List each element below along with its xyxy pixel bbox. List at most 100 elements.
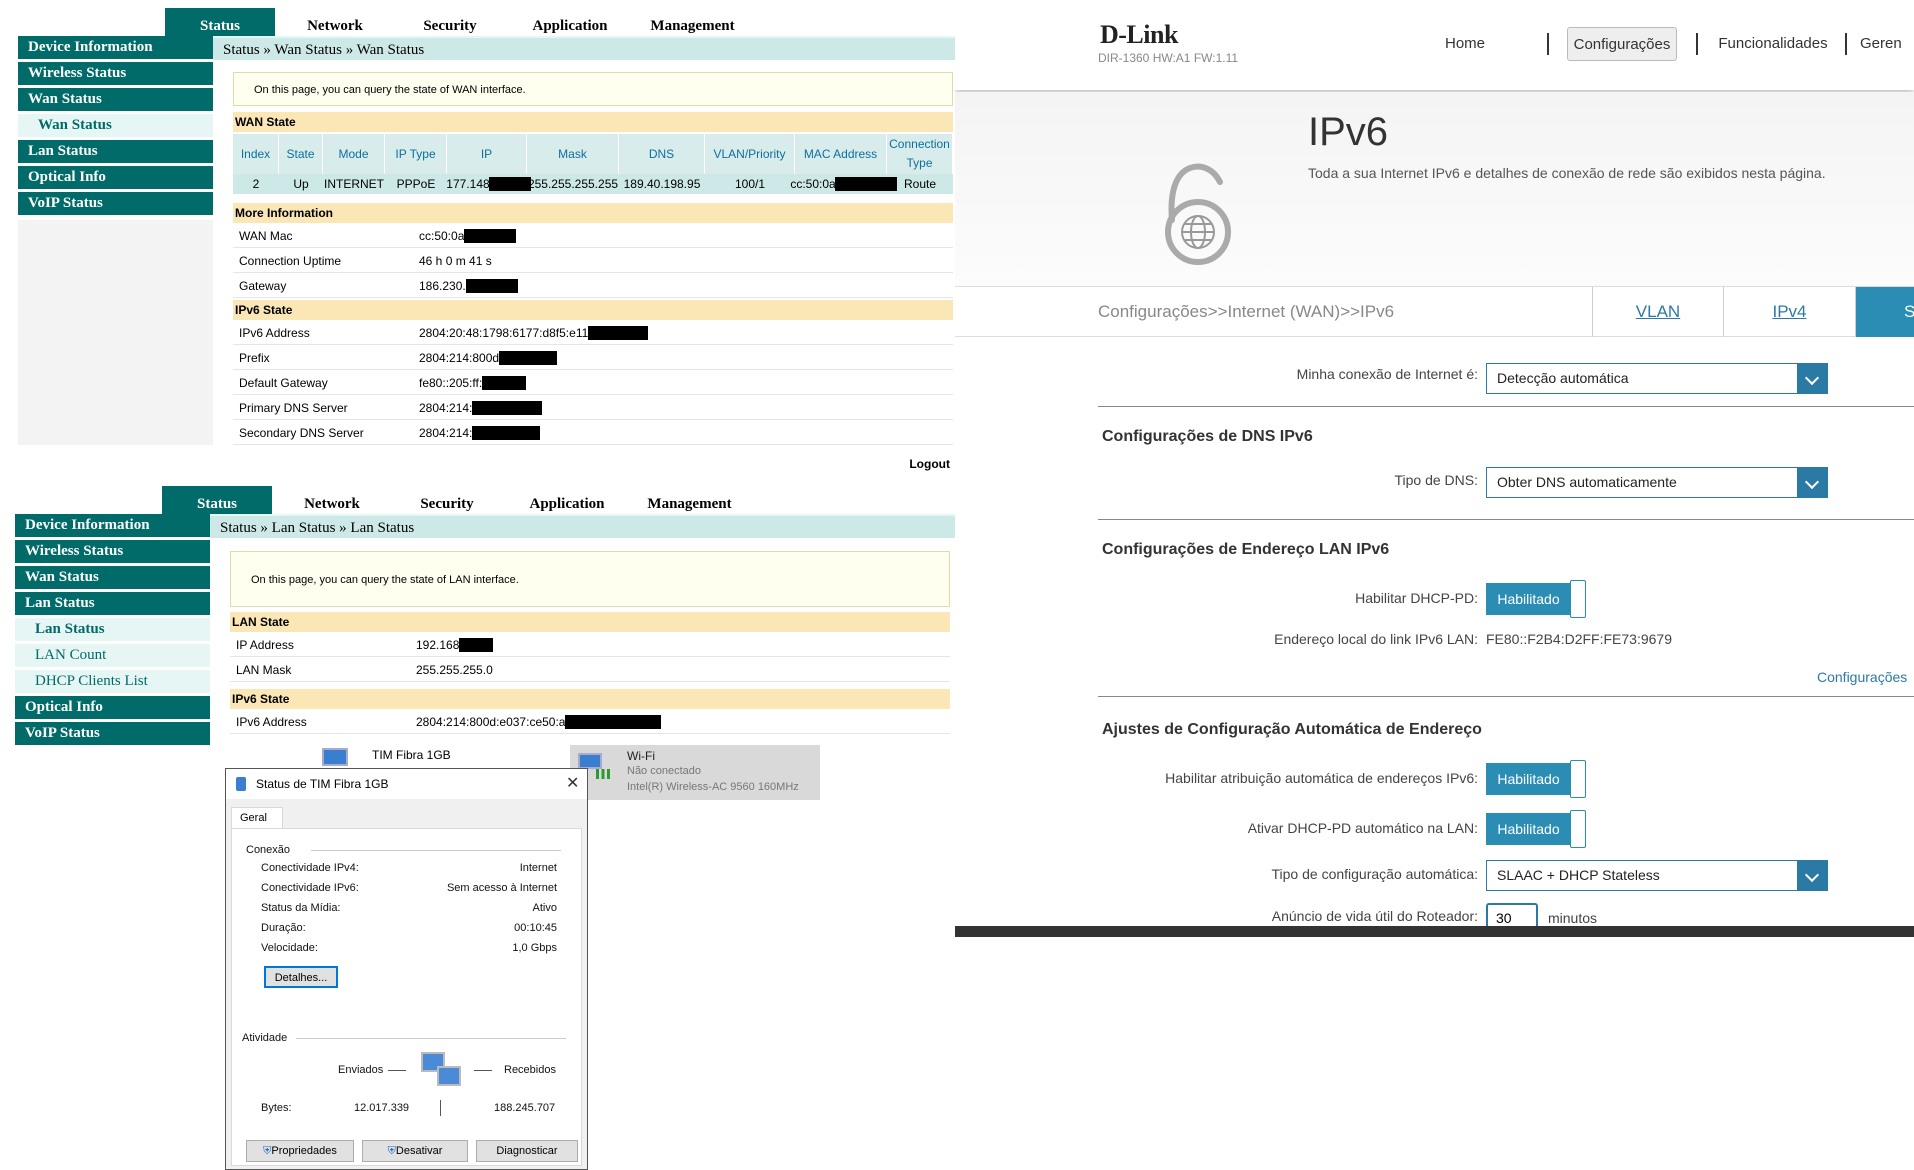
ont-sidebar: Device Information Wireless Status Wan S… <box>18 36 213 218</box>
cell-ip-type: PPPoE <box>396 177 436 191</box>
properties-button[interactable]: ⛨Propriedades <box>246 1140 354 1162</box>
redaction-box <box>489 177 531 191</box>
tab-security[interactable]: Security <box>395 8 505 38</box>
kv-key: Primary DNS Server <box>239 401 348 415</box>
adapter-wifi-tile[interactable]: Wi-Fi Não conectado Intel(R) Wireless-AC… <box>570 745 820 800</box>
row-key: Duração: <box>261 922 306 934</box>
sidebar-item-lan-status[interactable]: Lan Status <box>15 592 210 615</box>
cell-mask: 255.255.255.255 <box>527 177 619 191</box>
shield-icon: ⛨ <box>387 1145 396 1157</box>
tab-vlan[interactable]: VLAN <box>1592 287 1723 337</box>
kv-row: Secondary DNS Server 2804:214: <box>233 421 953 445</box>
sidebar-item-voip-status[interactable]: VoIP Status <box>15 722 210 745</box>
dhcppd-toggle[interactable]: Habilitado <box>1486 580 1586 618</box>
divider <box>1098 406 1914 407</box>
tab-status[interactable]: Status <box>165 8 275 38</box>
lan-state-title: LAN State <box>230 612 950 632</box>
bytes-received: 188.245.707 <box>494 1102 556 1114</box>
row-value: Ativo <box>532 902 557 914</box>
row-key: Status da Mídia: <box>261 902 341 914</box>
auto-assign-toggle[interactable]: Habilitado <box>1486 760 1586 798</box>
dns-type-select[interactable]: Obter DNS automaticamente <box>1486 467 1828 498</box>
dlink-nav: D-Link DIR-1360 HW:A1 FW:1.11 Home Confi… <box>955 0 1914 90</box>
dlink-logo[interactable]: D-Link <box>1100 20 1178 50</box>
divider <box>296 1038 566 1039</box>
sidebar-item-device-information[interactable]: Device Information <box>15 514 210 537</box>
logout-link[interactable]: Logout <box>880 457 950 471</box>
cell-dns: 189.40.198.95 <box>623 177 701 191</box>
kv-key: IPv6 Address <box>239 326 310 340</box>
ipv6-globe-icon <box>1158 160 1238 266</box>
nav-gerenciamento[interactable]: Geren <box>1860 27 1914 61</box>
connection-type-select[interactable]: Detecção automática <box>1486 363 1828 394</box>
sidebar-item-wireless-status[interactable]: Wireless Status <box>15 540 210 563</box>
sidebar-item-wireless-status[interactable]: Wireless Status <box>18 62 213 85</box>
divider <box>388 1070 406 1071</box>
tab-ipv4[interactable]: IPv4 <box>1723 287 1855 337</box>
row-value: Internet <box>519 862 557 874</box>
tab-security[interactable]: Security <box>392 486 502 516</box>
tab-network[interactable]: Network <box>277 486 387 516</box>
sidebar-item-voip-status[interactable]: VoIP Status <box>18 192 213 215</box>
auto-assign-label: Habilitar atribuição automática de ender… <box>1165 770 1478 786</box>
tab-geral[interactable]: Geral <box>231 807 283 829</box>
auto-dhcppd-toggle[interactable]: Habilitado <box>1486 810 1586 848</box>
tab-ipv6[interactable]: S <box>1855 287 1914 337</box>
kv-row: IPv6 Address 2804:214:800d:e037:ce50:a <box>230 710 950 734</box>
sidebar-subitem-lan-status[interactable]: Lan Status <box>15 618 210 641</box>
kv-row: IPv6 Address 2804:20:48:1798:6177:d8f5:e1… <box>233 321 953 345</box>
kv-key: LAN Mask <box>236 663 292 677</box>
kv-row: Prefix 2804:214:800d <box>233 346 953 370</box>
tab-management[interactable]: Management <box>630 8 755 38</box>
tab-management[interactable]: Management <box>627 486 752 516</box>
details-button[interactable]: Detalhes... <box>264 966 338 988</box>
breadcrumb: Status » Wan Status » Wan Status <box>213 36 955 60</box>
sidebar-item-optical-info[interactable]: Optical Info <box>15 696 210 719</box>
kv-value: 186.230. <box>419 274 518 298</box>
field-row: Minha conexão de Internet é: <box>955 366 1478 386</box>
section-conexao: Conexão <box>246 844 291 856</box>
sidebar-subitem-wan-status[interactable]: Wan Status <box>18 114 213 137</box>
kv-value: 2804:20:48:1798:6177:d8f5:e11 <box>419 321 649 345</box>
divider <box>1696 33 1698 55</box>
kv-key: IPv6 Address <box>236 715 307 729</box>
divider <box>474 1070 492 1071</box>
tab-network[interactable]: Network <box>280 8 390 38</box>
col-mac-address: MAC Address <box>795 134 887 174</box>
bytes-label: Bytes: <box>261 1102 292 1114</box>
col-ip-type: IP Type <box>385 134 447 174</box>
sidebar-item-optical-info[interactable]: Optical Info <box>18 166 213 189</box>
divider <box>1547 33 1549 55</box>
tab-application[interactable]: Application <box>507 486 627 516</box>
nav-home[interactable]: Home <box>1425 27 1505 61</box>
sidebar-item-wan-status[interactable]: Wan Status <box>18 88 213 111</box>
dns-label: Tipo de DNS: <box>1394 472 1478 488</box>
more-information-title: More Information <box>233 203 953 223</box>
section-atividade: Atividade <box>242 1032 288 1044</box>
wan-state-title: WAN State <box>233 112 953 132</box>
sidebar-item-wan-status[interactable]: Wan Status <box>15 566 210 589</box>
sidebar-item-device-information[interactable]: Device Information <box>18 36 213 59</box>
close-icon[interactable]: ✕ <box>566 773 579 793</box>
row-key: Conectividade IPv4: <box>261 862 359 874</box>
diagnose-button[interactable]: Diagnosticar <box>476 1140 578 1162</box>
kv-value: 2804:214: <box>419 421 541 445</box>
sidebar-item-lan-status[interactable]: Lan Status <box>18 140 213 163</box>
toggle-label: Habilitado <box>1486 583 1571 615</box>
kv-value: 192.168 <box>416 633 494 657</box>
adapter-tim-name[interactable]: TIM Fibra 1GB <box>372 748 451 762</box>
received-label: Recebidos <box>504 1064 556 1076</box>
auto-type-select[interactable]: SLAAC + DHCP Stateless <box>1486 860 1828 891</box>
chevron-down-icon <box>1797 468 1827 497</box>
row-key: Conectividade IPv6: <box>261 882 359 894</box>
advanced-settings-link[interactable]: Configurações <box>1817 669 1907 685</box>
sidebar-subitem-dhcp-clients[interactable]: DHCP Clients List <box>15 670 210 693</box>
tab-application[interactable]: Application <box>510 8 630 38</box>
disable-button[interactable]: ⛨Desativar <box>362 1140 468 1162</box>
sidebar-subitem-lan-count[interactable]: LAN Count <box>15 644 210 667</box>
nav-funcionalidades[interactable]: Funcionalidades <box>1713 27 1833 61</box>
dlink-tabbar: Configurações>>Internet (WAN)>>IPv6 VLAN… <box>955 286 1914 337</box>
tab-status[interactable]: Status <box>162 486 272 516</box>
field-row: Ativar DHCP-PD automático na LAN: <box>955 820 1478 840</box>
nav-configuracoes[interactable]: Configurações <box>1567 27 1677 61</box>
